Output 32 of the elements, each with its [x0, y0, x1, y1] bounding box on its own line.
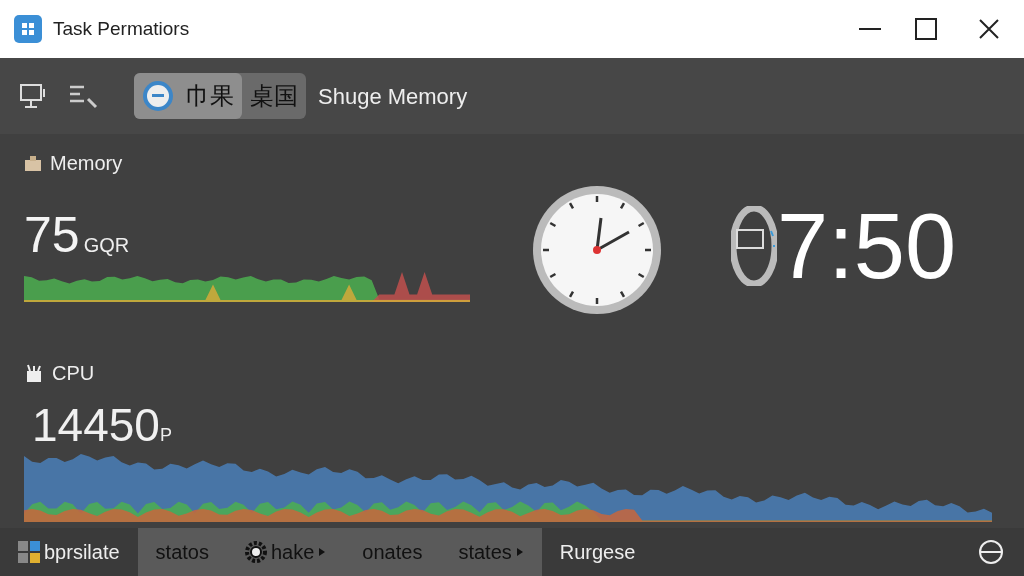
status-item[interactable]: onates	[344, 528, 441, 576]
window-title: Task Permatiors	[53, 16, 190, 41]
caret-icon	[515, 547, 524, 557]
bag-icon	[24, 154, 42, 172]
status-item[interactable]: bprsilate	[0, 528, 138, 576]
section-title: CPU	[52, 361, 95, 386]
grid-icon	[18, 541, 40, 563]
toolbar-label: Shuge Memory	[318, 82, 468, 111]
dial-icon	[731, 206, 777, 286]
minus-circle-icon[interactable]	[978, 539, 1004, 565]
status-item[interactable]: hake	[226, 528, 345, 576]
minimize-icon	[859, 28, 881, 30]
cpu-unit: P	[159, 424, 172, 447]
tab[interactable]: 巾果	[134, 73, 242, 119]
app-icon	[14, 15, 42, 43]
tab[interactable]: 桌国	[242, 73, 306, 119]
caret-icon	[318, 547, 327, 557]
close-icon	[979, 19, 999, 39]
maximize-icon	[915, 18, 937, 40]
status-item[interactable]: statos	[137, 528, 227, 576]
memory-reading: 75	[24, 210, 80, 260]
search-icon[interactable]	[68, 83, 100, 109]
status-item[interactable]: states	[440, 528, 542, 576]
memory-unit: GQR	[83, 233, 130, 258]
hand-icon	[24, 363, 44, 383]
cpu-reading: 14450	[32, 402, 160, 448]
chat-icon	[142, 80, 174, 112]
status-item[interactable]: Rurgese	[541, 528, 654, 576]
monitor-icon[interactable]	[20, 83, 48, 109]
clock-time: 7:50	[777, 200, 957, 292]
gear-icon	[244, 541, 267, 563]
section-title: Memory	[50, 151, 123, 176]
